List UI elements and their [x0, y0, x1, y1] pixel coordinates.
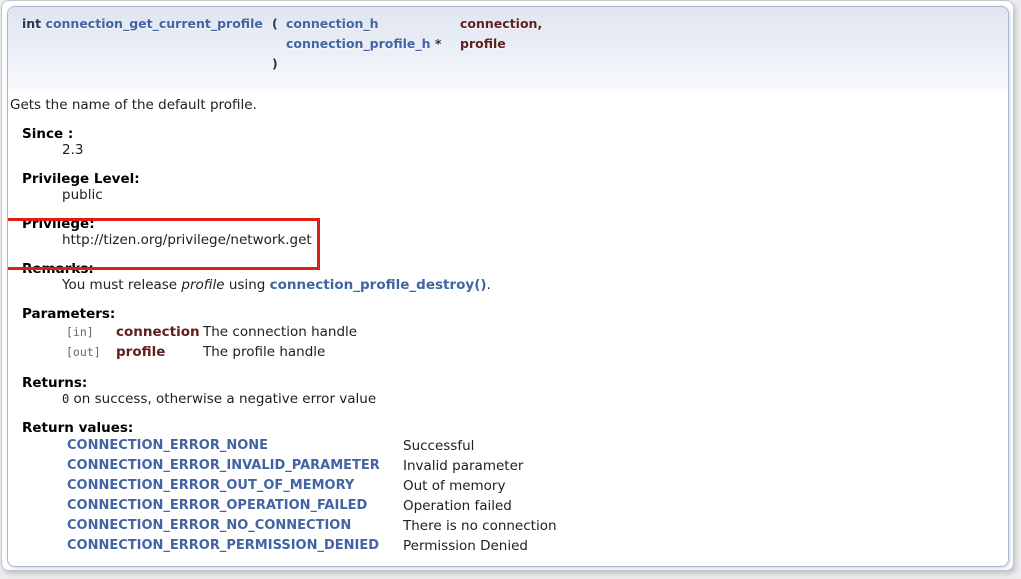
parameter-row: [out] profile The profile handle — [66, 342, 357, 362]
return-values-table: CONNECTION_ERROR_NONE Successful CONNECT… — [67, 436, 557, 556]
error-code-description: Operation failed — [403, 496, 557, 516]
error-code-link[interactable]: CONNECTION_ERROR_PERMISSION_DENIED — [67, 538, 379, 553]
error-code-description: Out of memory — [403, 476, 557, 496]
param-name-cell: profile — [460, 34, 542, 54]
function-documentation: Gets the name of the default profile. Si… — [8, 89, 1008, 566]
param-direction: [out] — [66, 342, 116, 362]
error-code-description: There is no connection — [403, 516, 557, 536]
error-code-link[interactable]: CONNECTION_ERROR_INVALID_PARAMETER — [67, 458, 380, 473]
remarks-label: Remarks: — [22, 261, 998, 277]
param-name: profile — [116, 342, 203, 362]
error-code-description: Successful — [403, 436, 557, 456]
remarks-text-before: You must release — [62, 277, 181, 293]
returns-text: 0 on success, otherwise a negative error… — [62, 391, 998, 407]
since-value: 2.3 — [62, 142, 998, 158]
signature-return-and-name: int connection_get_current_profile — [22, 14, 272, 34]
returns-description: on success, otherwise a negative error v… — [69, 391, 376, 407]
parameters-section: Parameters: [in] connection The connecti… — [22, 306, 998, 362]
parameters-label: Parameters: — [22, 306, 998, 322]
close-paren: ) — [272, 54, 286, 74]
signature-table: int connection_get_current_profile ( con… — [22, 14, 542, 74]
param-name-cell: connection, — [460, 14, 542, 34]
return-value-row: CONNECTION_ERROR_NONE Successful — [67, 436, 557, 456]
error-code-link[interactable]: CONNECTION_ERROR_NONE — [67, 438, 268, 453]
error-code-link[interactable]: CONNECTION_ERROR_OPERATION_FAILED — [67, 498, 367, 513]
privilege-highlight-wrap: Privilege: http://tizen.org/privilege/ne… — [10, 216, 998, 248]
privilege-level-label: Privilege Level: — [22, 171, 998, 187]
param-type-link[interactable]: connection_h — [286, 16, 379, 31]
return-values-label: Return values: — [22, 420, 998, 436]
function-description: Gets the name of the default profile. — [10, 97, 998, 113]
open-paren: ( — [272, 14, 286, 34]
privilege-level-value: public — [62, 187, 998, 203]
remarks-text-middle: using — [225, 277, 270, 293]
param-direction: [in] — [66, 322, 116, 342]
error-code-description: Permission Denied — [403, 536, 557, 556]
param-type-cell: connection_h — [286, 14, 460, 34]
return-value-row: CONNECTION_ERROR_NO_CONNECTION There is … — [67, 516, 557, 536]
function-signature: int connection_get_current_profile ( con… — [8, 7, 1008, 89]
error-code-link[interactable]: CONNECTION_ERROR_OUT_OF_MEMORY — [67, 478, 354, 493]
remarks-section: Remarks: You must release profile using … — [22, 261, 998, 293]
parameter-row: [in] connection The connection handle — [66, 322, 357, 342]
privilege-level-section: Privilege Level: public — [22, 171, 998, 203]
return-value-row: CONNECTION_ERROR_PERMISSION_DENIED Permi… — [67, 536, 557, 556]
param-separator: , — [537, 16, 542, 31]
page-container: int connection_get_current_profile ( con… — [1, 0, 1014, 571]
error-code-description: Invalid parameter — [403, 456, 557, 476]
param-name: connection — [460, 16, 537, 31]
return-value-row: CONNECTION_ERROR_OPERATION_FAILED Operat… — [67, 496, 557, 516]
function-doc-item: int connection_get_current_profile ( con… — [7, 6, 1009, 567]
return-values-section: Return values: CONNECTION_ERROR_NONE Suc… — [22, 420, 998, 556]
return-value-row: CONNECTION_ERROR_OUT_OF_MEMORY Out of me… — [67, 476, 557, 496]
param-type-link[interactable]: connection_profile_h — [286, 36, 431, 51]
destroy-function-link[interactable]: connection_profile_destroy() — [270, 277, 487, 293]
error-code-link[interactable]: CONNECTION_ERROR_NO_CONNECTION — [67, 518, 351, 533]
privilege-section: Privilege: http://tizen.org/privilege/ne… — [22, 216, 998, 248]
remarks-text: You must release profile using connectio… — [62, 277, 998, 293]
param-name: profile — [460, 36, 506, 51]
return-value-row: CONNECTION_ERROR_INVALID_PARAMETER Inval… — [67, 456, 557, 476]
param-name: connection — [116, 322, 203, 342]
privilege-url: http://tizen.org/privilege/network.get — [62, 232, 998, 248]
returns-section: Returns: 0 on success, otherwise a negat… — [22, 375, 998, 407]
since-label: Since : — [22, 126, 998, 142]
pointer-star: * — [435, 36, 442, 51]
param-description: The profile handle — [203, 342, 357, 362]
remarks-param-emphasis: profile — [181, 277, 224, 293]
returns-label: Returns: — [22, 375, 998, 391]
return-type: int — [22, 16, 41, 31]
param-description: The connection handle — [203, 322, 357, 342]
since-section: Since : 2.3 — [22, 126, 998, 158]
privilege-label: Privilege: — [22, 216, 998, 232]
parameters-table: [in] connection The connection handle [o… — [66, 322, 357, 362]
remarks-text-after: . — [487, 277, 491, 293]
param-type-cell: connection_profile_h * — [286, 34, 460, 54]
function-name-link[interactable]: connection_get_current_profile — [46, 16, 263, 31]
